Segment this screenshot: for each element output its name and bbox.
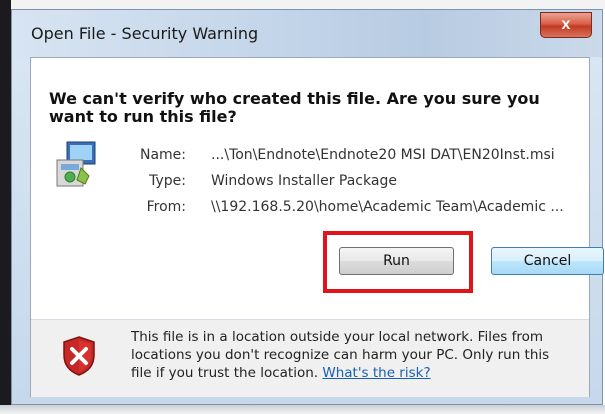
run-button[interactable]: Run bbox=[339, 247, 454, 275]
security-warning-dialog: Open File - Security Warning x We can't … bbox=[11, 9, 604, 405]
dialog-title: Open File - Security Warning bbox=[31, 24, 259, 43]
desktop-left-edge bbox=[0, 0, 11, 414]
from-value: \\192.168.5.20\home\Academic Team\Academ… bbox=[211, 199, 564, 215]
dialog-content: We can't verify who created this file. A… bbox=[30, 57, 604, 397]
footer-panel: This file is in a location outside your … bbox=[31, 320, 589, 397]
cancel-button[interactable]: Cancel bbox=[491, 247, 604, 275]
whats-the-risk-link[interactable]: What's the risk? bbox=[322, 365, 430, 381]
red-shield-x-icon bbox=[61, 335, 97, 382]
installer-package-icon bbox=[55, 140, 99, 193]
warning-headline: We can't verify who created this file. A… bbox=[49, 89, 540, 126]
footer-message-block: This file is in a location outside your … bbox=[131, 328, 571, 382]
name-value: ...\Ton\Endnote\Endnote20 MSI DAT\EN20In… bbox=[211, 147, 555, 163]
name-label: Name: bbox=[139, 147, 186, 163]
desktop-top-edge bbox=[0, 0, 605, 9]
type-label: Type: bbox=[149, 173, 186, 189]
title-bar[interactable]: Open File - Security Warning x bbox=[12, 10, 602, 57]
close-button[interactable]: x bbox=[540, 12, 592, 38]
type-value: Windows Installer Package bbox=[211, 173, 397, 189]
from-label: From: bbox=[146, 199, 186, 215]
desktop-bottom-edge bbox=[0, 405, 605, 414]
